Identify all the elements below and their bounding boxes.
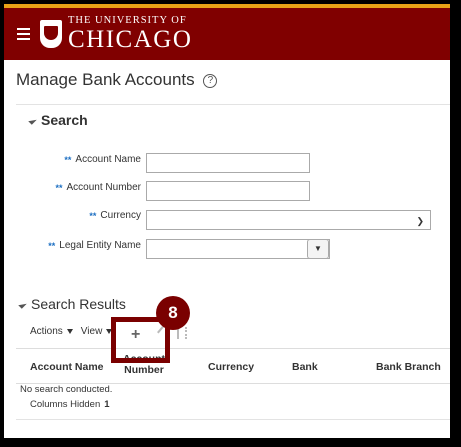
column-bank-branch[interactable]: Bank Branch (376, 362, 441, 373)
columns-hidden-count: 1 (104, 399, 110, 410)
account-number-input[interactable] (146, 181, 310, 201)
search-results-heading: Search Results (31, 296, 126, 312)
step-number-badge: 8 (156, 296, 190, 330)
search-heading: Search (41, 112, 88, 128)
logo-top-text: THE UNIVERSITY OF (68, 14, 187, 26)
column-currency[interactable]: Currency (208, 362, 254, 373)
account-name-label-row: ** Account Name (4, 154, 141, 165)
results-toolbar: Actions View (30, 326, 120, 337)
divider (16, 104, 450, 105)
required-marker: ** (55, 182, 63, 193)
results-table-header: Account Name Account Number Currency Ban… (16, 348, 450, 384)
empty-results-message: No search conducted. (20, 384, 113, 395)
top-header: THE UNIVERSITY OF CHICAGO (4, 8, 450, 60)
page-title-text: Manage Bank Accounts (16, 70, 195, 89)
search-results-toggle[interactable]: Search Results (18, 296, 126, 312)
account-name-label: Account Name (75, 154, 141, 165)
university-logo-text: THE UNIVERSITY OF CHICAGO (68, 14, 193, 54)
legal-entity-label-row: ** Legal Entity Name (4, 240, 141, 251)
logo-main-text: CHICAGO (68, 26, 193, 54)
collapse-triangle-icon (28, 115, 37, 125)
column-bank[interactable]: Bank (292, 362, 318, 373)
currency-label: Currency (100, 210, 141, 221)
columns-hidden-status: Columns Hidden 1 (30, 399, 110, 410)
currency-select[interactable]: ❯ (146, 210, 431, 230)
actions-label: Actions (30, 326, 63, 337)
view-menu[interactable]: View (81, 326, 113, 337)
required-marker: ** (89, 210, 97, 221)
required-marker: ** (48, 240, 56, 251)
legal-entity-name-input[interactable]: ▼ (146, 239, 330, 259)
chevron-down-icon: ❯ (416, 216, 424, 226)
currency-label-row: ** Currency (4, 210, 141, 221)
columns-hidden-label: Columns Hidden (30, 399, 101, 410)
account-number-label: Account Number (66, 182, 141, 193)
app-window: THE UNIVERSITY OF CHICAGO Manage Bank Ac… (4, 4, 450, 438)
search-section-toggle[interactable]: Search (28, 112, 88, 128)
account-number-label-row: ** Account Number (4, 182, 142, 193)
required-marker: ** (64, 154, 72, 165)
caret-down-icon (66, 329, 73, 334)
page-title: Manage Bank Accounts ? (16, 70, 218, 90)
view-label: View (80, 326, 103, 337)
hamburger-menu-icon[interactable] (10, 21, 36, 47)
account-name-input[interactable] (146, 153, 310, 173)
column-account-name[interactable]: Account Name (30, 362, 104, 373)
divider (16, 419, 450, 420)
actions-menu[interactable]: Actions (30, 326, 73, 337)
legal-entity-name-label: Legal Entity Name (59, 240, 141, 251)
dropdown-triangle-icon[interactable]: ▼ (307, 239, 329, 259)
collapse-triangle-icon (18, 299, 27, 309)
help-icon[interactable]: ? (203, 74, 218, 88)
university-crest-logo (40, 20, 62, 48)
